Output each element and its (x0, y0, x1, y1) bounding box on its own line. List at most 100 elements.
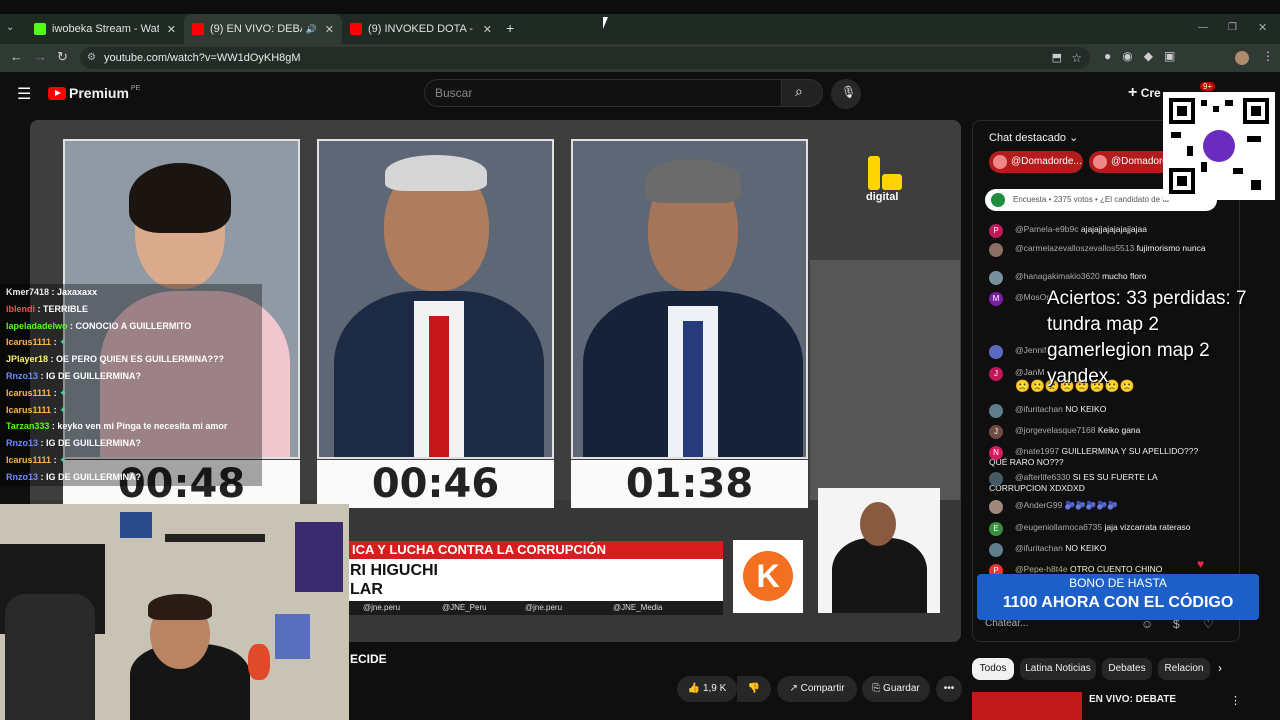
tab-youtube-debate[interactable]: (9) EN VIVO: DEBATE PRESI 🔊 ✕ (184, 14, 342, 44)
next-video-menu-icon[interactable]: ⋮ (1230, 694, 1241, 707)
video-title: ECIDE (350, 652, 387, 666)
pinned-donor-1[interactable]: @Domadorde... (989, 151, 1083, 173)
browser-menu-icon[interactable]: ⋮ (1262, 49, 1274, 63)
stream-chat-line: lapeladadelwo : CONOCIO A GUILLERMITO (0, 317, 262, 335)
url-field[interactable]: ⚙ youtube.com/watch?v=WW1dOyKH8gM ⬒ ☆ (80, 47, 1090, 69)
bookmark-icon: ⎘ (872, 683, 881, 694)
mic-icon: 🎙 (841, 85, 857, 99)
x-handle: @JNE_Peru (442, 603, 487, 612)
timer-3: 01:38 (571, 460, 808, 508)
install-icon[interactable]: ⬒ (1052, 47, 1062, 69)
avatar (989, 271, 1003, 285)
next-video-title[interactable]: EN VIVO: DEBATE (1089, 694, 1176, 705)
chip-relacionados[interactable]: Relacion (1158, 658, 1210, 680)
save-button[interactable]: ⎘ Guardar (862, 676, 930, 702)
extension-icons[interactable]: ●◉◆▣ (1104, 49, 1186, 63)
interpreter-head (860, 502, 896, 546)
close-tab-icon[interactable]: ✕ (325, 23, 334, 36)
wall-shelf (165, 534, 265, 542)
minimize-icon[interactable]: — (1198, 22, 1208, 33)
stream-chat-overlay: Kmer7418 : Jaxaxaxx iblendi : TERRIBLE l… (0, 284, 262, 486)
site-info-icon[interactable]: ⚙ (87, 47, 96, 69)
close-tab-icon[interactable]: ✕ (167, 23, 176, 36)
notification-badge[interactable]: 9+ (1200, 82, 1216, 91)
thumbs-up-icon: 👍 (687, 683, 701, 694)
close-tab-icon[interactable]: ✕ (483, 23, 492, 36)
chip-debates[interactable]: Debates (1102, 658, 1152, 680)
bookmark-star-icon[interactable]: ☆ (1071, 47, 1082, 69)
tab-kick-stream[interactable]: iwobeka Stream - Watch Live o ✕ (26, 14, 184, 44)
youtube-icon (192, 23, 204, 35)
back-icon[interactable]: ← (10, 49, 23, 64)
poll-icon (991, 193, 1005, 207)
chevron-right-icon[interactable]: › (1218, 661, 1222, 675)
chat-mode-selector[interactable]: Chat destacado ⌄ (989, 131, 1078, 144)
voice-search-button[interactable]: 🎙 (831, 79, 861, 109)
logo-text: digital (866, 191, 899, 203)
candidate-panel-2 (317, 139, 554, 459)
profile-avatar[interactable] (1235, 51, 1249, 65)
audio-icon[interactable]: 🔊 (306, 24, 317, 35)
candidate-panel-3 (571, 139, 808, 459)
close-window-icon[interactable]: ✕ (1258, 21, 1267, 34)
share-icon: ↗ (789, 683, 798, 694)
emote-icon: ✦ (59, 454, 67, 465)
avatar (989, 472, 1003, 486)
pinned-donor-2[interactable]: @Domadorde (1089, 151, 1173, 173)
avatar: P (989, 224, 1003, 238)
bono-line-2: 1100 AHORA CON EL CÓDIGO (1002, 594, 1234, 611)
interpreter-body (832, 538, 927, 613)
search-button[interactable]: ⌕ (781, 79, 823, 107)
share-button[interactable]: ↗ Compartir (777, 676, 857, 702)
chip-todos[interactable]: Todos (972, 658, 1014, 680)
kick-icon (34, 23, 46, 35)
mouse-cursor (603, 17, 608, 29)
tab-search-button[interactable]: ⌄ (6, 22, 14, 33)
stats-line: Aciertos: 33 perdidas: 7 (1047, 288, 1247, 309)
k-logo-icon: K (743, 551, 793, 601)
avatar (989, 243, 1003, 257)
chat-message: @carmelazevalloszevallos5513 fujimorismo… (989, 243, 1209, 257)
poster (275, 614, 310, 659)
logo-mark-icon (868, 156, 880, 190)
tab-title: (9) INVOKED DOTA - YouTube (368, 23, 475, 35)
poster (120, 512, 152, 538)
like-button[interactable]: 👍 1,9 K (677, 676, 737, 702)
chat-message: @ifuritachan NO KEIKO (989, 404, 1209, 418)
stream-chat-line: Icarus1111 : ✦ (0, 334, 262, 352)
chip-latina-noticias[interactable]: Latina Noticias (1020, 658, 1096, 680)
dislike-button[interactable]: 👎 (737, 676, 771, 702)
stream-chat-line: JPlayer18 : OE PERO QUIEN ES GUILLERMINA… (0, 351, 262, 368)
maximize-icon[interactable]: ❐ (1228, 22, 1237, 33)
instagram-handle: @jne.peru (363, 603, 401, 612)
forward-icon[interactable]: → (34, 49, 47, 64)
search-icon: ⌕ (795, 83, 803, 99)
emote-icon: ✦ (59, 404, 67, 415)
more-actions-button[interactable]: ••• (936, 676, 962, 702)
tiktok-handle: @jne.peru (525, 603, 563, 612)
timer-2: 00:46 (317, 460, 554, 508)
figurine (248, 644, 270, 680)
candidate-tie (429, 316, 449, 457)
tab-youtube-dota[interactable]: (9) INVOKED DOTA - YouTube ✕ (342, 14, 500, 44)
create-button[interactable]: + Cre (1128, 84, 1161, 102)
region-label: PE (130, 84, 141, 92)
stream-chat-line: Icarus1111 : ✦ (0, 451, 262, 469)
donor-avatar (1093, 155, 1107, 169)
topic-text: ICA Y LUCHA CONTRA LA CORRUPCIÓN (352, 542, 606, 557)
new-tab-button[interactable]: + (506, 20, 514, 36)
search-input[interactable]: Buscar (424, 79, 782, 107)
poster (295, 522, 343, 592)
chair (5, 594, 95, 720)
youtube-handle: @JNE_Media (613, 603, 663, 612)
speaker-name: RI HIGUCHI (350, 562, 438, 579)
streamer-hair (148, 594, 212, 620)
channel-logo: digital (866, 156, 906, 204)
tab-title: iwobeka Stream - Watch Live o (52, 23, 159, 35)
youtube-play-icon (48, 86, 66, 100)
reload-icon[interactable]: ↻ (57, 49, 68, 65)
next-video-thumbnail[interactable] (972, 692, 1082, 720)
tab-strip: ⌄ iwobeka Stream - Watch Live o ✕ (9) EN… (0, 14, 1280, 44)
youtube-logo[interactable]: Premium PE (48, 85, 140, 101)
hamburger-menu-icon[interactable]: ☰ (17, 84, 31, 104)
